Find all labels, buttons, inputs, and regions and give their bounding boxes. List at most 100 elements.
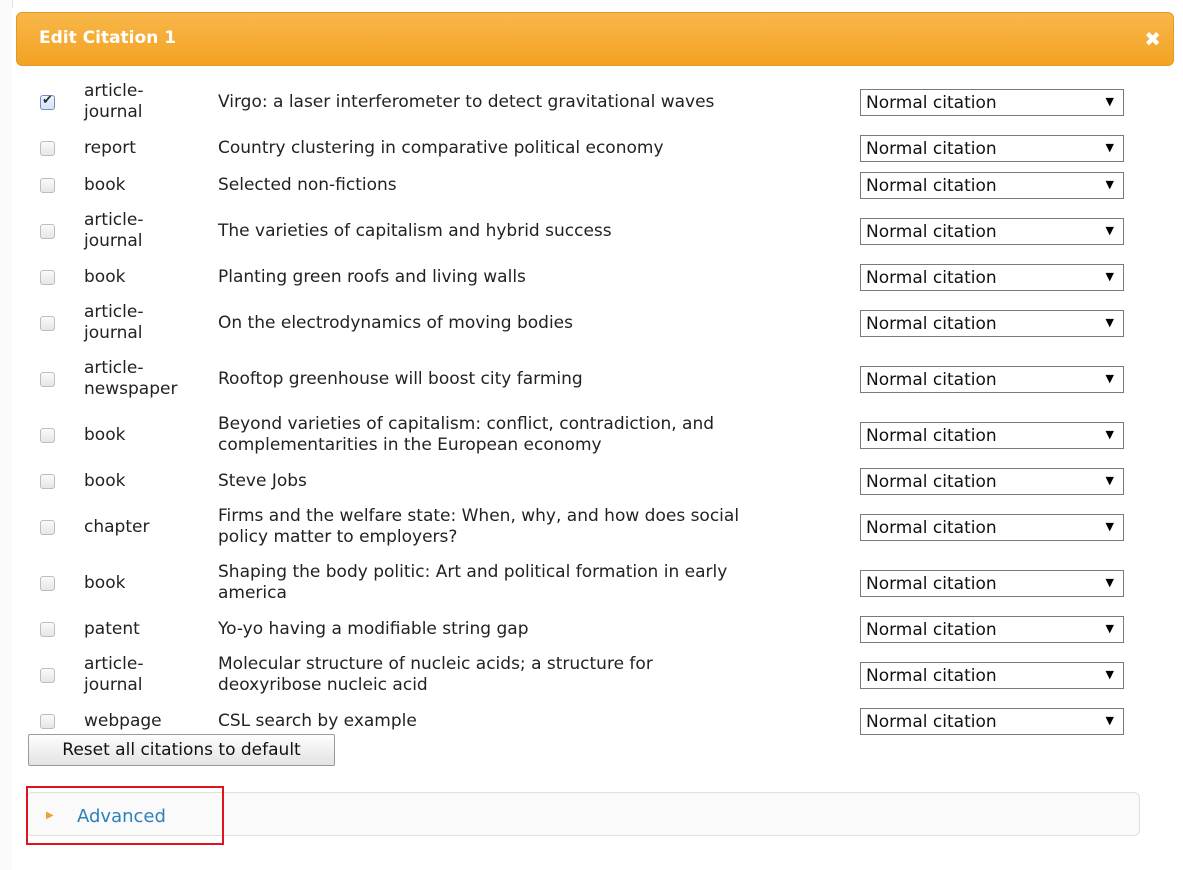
dropdown-arrow-icon: ▼ <box>1105 316 1114 329</box>
citation-mode-select[interactable]: Normal citation ▼ <box>860 264 1124 291</box>
reset-citations-button[interactable]: Reset all citations to default <box>28 734 335 766</box>
citation-type: chapter <box>84 517 150 537</box>
citation-mode-value: Normal citation <box>866 93 997 113</box>
citation-checkbox[interactable] <box>40 714 55 729</box>
citation-title: Beyond varieties of capitalism: conflict… <box>218 414 715 434</box>
citation-title-line2: deoxyribose nucleic acid <box>218 675 428 695</box>
citation-mode-value: Normal citation <box>866 620 997 640</box>
citation-mode-select[interactable]: Normal citation ▼ <box>860 135 1124 162</box>
citation-checkbox[interactable] <box>40 316 55 331</box>
citation-checkbox[interactable] <box>40 270 55 285</box>
citation-type: article- <box>84 81 144 101</box>
citation-type-line2: journal <box>84 102 143 122</box>
citation-type: book <box>84 267 126 287</box>
citation-title: Selected non-fictions <box>218 175 397 195</box>
citation-type: book <box>84 471 126 491</box>
citation-mode-value: Normal citation <box>866 426 997 446</box>
citation-type-line2: journal <box>84 323 143 343</box>
citation-mode-select[interactable]: Normal citation ▼ <box>860 514 1124 541</box>
citation-checkbox[interactable] <box>40 178 55 193</box>
citation-mode-select[interactable]: Normal citation ▼ <box>860 366 1124 393</box>
citation-title-line2: america <box>218 583 287 603</box>
citation-title: Country clustering in comparative politi… <box>218 138 664 158</box>
citation-title: Molecular structure of nucleic acids; a … <box>218 654 653 674</box>
citation-title: The varieties of capitalism and hybrid s… <box>218 221 612 241</box>
citation-mode-select[interactable]: Normal citation ▼ <box>860 172 1124 199</box>
citation-title-line2: complementarities in the European econom… <box>218 435 602 455</box>
citation-title: Rooftop greenhouse will boost city farmi… <box>218 369 583 389</box>
expand-arrow-icon[interactable]: ▶ <box>46 810 54 821</box>
citation-checkbox[interactable] <box>40 224 55 239</box>
close-icon[interactable]: ✖ <box>1144 27 1161 51</box>
citation-type: webpage <box>84 711 162 731</box>
dropdown-arrow-icon: ▼ <box>1105 668 1114 681</box>
citation-type: article- <box>84 358 144 378</box>
checkmark-icon: ✔ <box>42 93 53 108</box>
citation-mode-select[interactable]: Normal citation ▼ <box>860 422 1124 449</box>
citation-title: On the electrodynamics of moving bodies <box>218 313 573 333</box>
citation-mode-value: Normal citation <box>866 314 997 334</box>
citation-title: CSL search by example <box>218 711 417 731</box>
dropdown-arrow-icon: ▼ <box>1105 270 1114 283</box>
citation-checkbox[interactable]: ✔ <box>40 93 55 110</box>
dropdown-arrow-icon: ▼ <box>1105 95 1114 108</box>
citation-checkbox[interactable] <box>40 474 55 489</box>
citation-checkbox[interactable] <box>40 576 55 591</box>
citation-type: report <box>84 138 136 158</box>
citation-checkbox[interactable] <box>40 372 55 387</box>
dropdown-arrow-icon: ▼ <box>1105 622 1114 635</box>
citation-mode-value: Normal citation <box>866 222 997 242</box>
dropdown-arrow-icon: ▼ <box>1105 178 1114 191</box>
citation-title: Planting green roofs and living walls <box>218 267 526 287</box>
citation-type: book <box>84 175 126 195</box>
citation-type: article- <box>84 210 144 230</box>
citation-title: Virgo: a laser interferometer to detect … <box>218 92 715 112</box>
citation-mode-select[interactable]: Normal citation ▼ <box>860 310 1124 337</box>
citation-mode-select[interactable]: Normal citation ▼ <box>860 708 1124 735</box>
citation-type: patent <box>84 619 140 639</box>
citation-title-line2: policy matter to employers? <box>218 527 458 547</box>
citation-checkbox[interactable] <box>40 668 55 683</box>
citation-mode-select[interactable]: Normal citation ▼ <box>860 468 1124 495</box>
citation-title: Yo-yo having a modifiable string gap <box>218 619 529 639</box>
citation-checkbox[interactable] <box>40 622 55 637</box>
dropdown-arrow-icon: ▼ <box>1105 474 1114 487</box>
dropdown-arrow-icon: ▼ <box>1105 141 1114 154</box>
citation-title: Steve Jobs <box>218 471 307 491</box>
citation-mode-value: Normal citation <box>866 518 997 538</box>
citation-title: Firms and the welfare state: When, why, … <box>218 506 740 526</box>
citation-mode-value: Normal citation <box>866 666 997 686</box>
citation-checkbox[interactable] <box>40 520 55 535</box>
dropdown-arrow-icon: ▼ <box>1105 714 1114 727</box>
dropdown-arrow-icon: ▼ <box>1105 428 1114 441</box>
dropdown-arrow-icon: ▼ <box>1105 520 1114 533</box>
dropdown-arrow-icon: ▼ <box>1105 224 1114 237</box>
citation-mode-value: Normal citation <box>866 370 997 390</box>
citation-mode-value: Normal citation <box>866 268 997 288</box>
citation-checkbox[interactable] <box>40 141 55 156</box>
dropdown-arrow-icon: ▼ <box>1105 372 1114 385</box>
citation-checkbox[interactable] <box>40 428 55 443</box>
citation-mode-value: Normal citation <box>866 472 997 492</box>
citation-type: article- <box>84 654 144 674</box>
citation-mode-value: Normal citation <box>866 574 997 594</box>
dialog-title: Edit Citation 1 <box>39 28 177 48</box>
citation-mode-value: Normal citation <box>866 139 997 159</box>
citation-title: Shaping the body politic: Art and politi… <box>218 562 728 582</box>
citation-type-line2: newspaper <box>84 379 178 399</box>
citation-mode-select[interactable]: Normal citation ▼ <box>860 218 1124 245</box>
dropdown-arrow-icon: ▼ <box>1105 576 1114 589</box>
citation-type: book <box>84 425 126 445</box>
citation-type-line2: journal <box>84 675 143 695</box>
citation-mode-value: Normal citation <box>866 712 997 732</box>
citation-type: book <box>84 573 126 593</box>
citation-type: article- <box>84 302 144 322</box>
advanced-toggle[interactable]: Advanced <box>77 806 166 827</box>
citation-mode-select[interactable]: Normal citation ▼ <box>860 89 1124 116</box>
citation-mode-select[interactable]: Normal citation ▼ <box>860 616 1124 643</box>
citation-mode-value: Normal citation <box>866 176 997 196</box>
citation-mode-select[interactable]: Normal citation ▼ <box>860 570 1124 597</box>
citation-type-line2: journal <box>84 231 143 251</box>
dialog-titlebar[interactable]: Edit Citation 1 ✖ <box>16 12 1174 66</box>
citation-mode-select[interactable]: Normal citation ▼ <box>860 662 1124 689</box>
